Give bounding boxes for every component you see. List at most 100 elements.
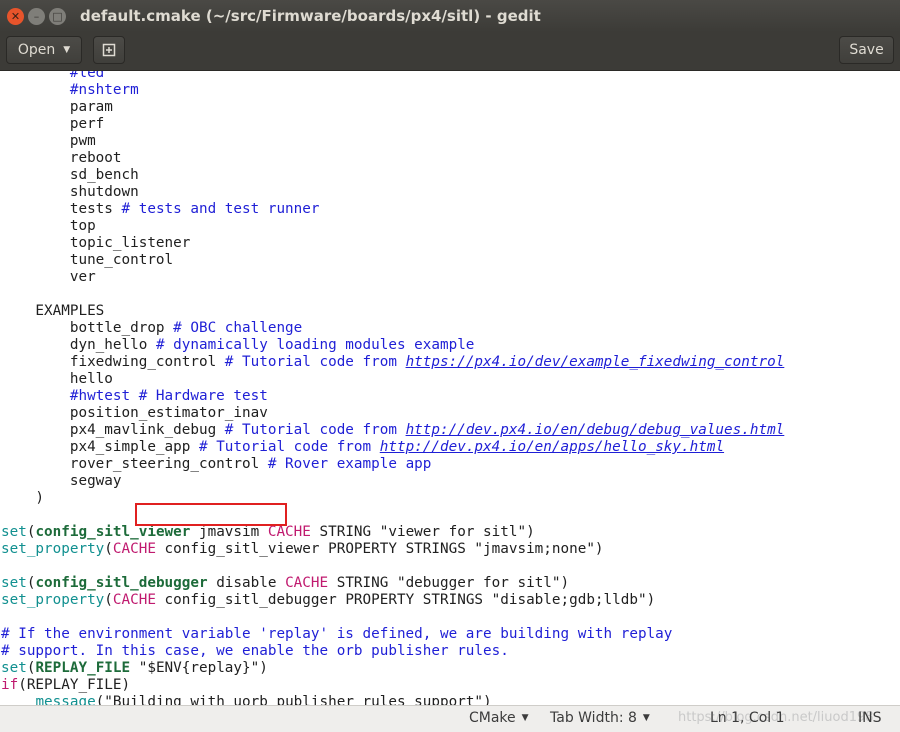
code-token: dyn_hello [1, 337, 156, 353]
code-line: set_property(CACHE config_sitl_debugger … [1, 592, 784, 609]
code-line: #led [1, 71, 784, 82]
cursor-position[interactable]: Ln 1, Col 1 [710, 710, 785, 726]
tab-width-label: Tab Width: 8 [550, 710, 637, 726]
code-line: EXAMPLES [1, 303, 784, 320]
save-button[interactable]: Save [839, 36, 894, 64]
code-token: position_estimator_inav [1, 405, 268, 421]
code-line: set(config_sitl_viewer jmavsim CACHE STR… [1, 524, 784, 541]
code-token[interactable]: http://dev.px4.io/en/apps/hello_sky.html [380, 439, 724, 455]
window-title: default.cmake (~/src/Firmware/boards/px4… [80, 7, 541, 25]
code-token: #led [1, 71, 105, 81]
code-token: sd_bench [1, 167, 139, 183]
code-token: param [1, 99, 113, 115]
code-view[interactable]: #led #nshterm param perf pwm reboot sd_b… [1, 71, 784, 705]
open-button[interactable]: Open ▼ [6, 36, 82, 64]
new-document-icon [102, 43, 116, 57]
code-token: # tests and test runner [121, 201, 320, 217]
code-token: bottle_drop [1, 320, 174, 336]
code-line: param [1, 99, 784, 116]
code-token: message [35, 694, 96, 705]
language-selector[interactable]: CMake ▼ [469, 710, 529, 726]
code-token: set_property [1, 541, 105, 557]
code-line: if(REPLAY_FILE) [1, 677, 784, 694]
code-token: "$ENV{replay}") [130, 660, 268, 676]
code-line: #hwtest # Hardware test [1, 388, 784, 405]
new-document-button[interactable] [93, 36, 125, 64]
tab-width-selector[interactable]: Tab Width: 8 ▼ [550, 710, 650, 726]
code-line: px4_mavlink_debug # Tutorial code from h… [1, 422, 784, 439]
code-token: reboot [1, 150, 122, 166]
code-token: config_sitl_debugger PROPERTY STRINGS "d… [155, 592, 656, 608]
code-line: reboot [1, 150, 784, 167]
minimize-icon[interactable]: – [28, 7, 45, 25]
code-token: config_sitl_debugger [35, 575, 208, 591]
code-line: set(REPLAY_FILE "$ENV{replay}") [1, 660, 784, 677]
code-line: bottle_drop # OBC challenge [1, 320, 784, 337]
code-token: STRING "debugger for sitl") [328, 575, 570, 591]
code-token: CACHE [112, 541, 156, 557]
code-token: perf [1, 116, 105, 132]
title-bar: ✕ – □ default.cmake (~/src/Firmware/boar… [0, 0, 900, 32]
code-token: REPLAY_FILE [35, 660, 131, 676]
code-line: topic_listener [1, 235, 784, 252]
code-token: tune_control [1, 252, 174, 268]
code-line: # support. In this case, we enable the o… [1, 643, 784, 660]
code-line: message("Building with uorb publisher ru… [1, 694, 784, 705]
code-token: set [1, 524, 27, 540]
code-token: # OBC challenge [173, 320, 303, 336]
code-token: set_property [1, 592, 105, 608]
code-token: if [1, 677, 19, 693]
language-label: CMake [469, 710, 516, 726]
chevron-down-icon: ▼ [63, 45, 71, 55]
code-token: STRING "viewer for sitl") [310, 524, 535, 540]
code-line: ver [1, 269, 784, 286]
open-button-label: Open [17, 42, 56, 58]
code-line: #nshterm [1, 82, 784, 99]
code-token: jmavsim [190, 524, 268, 540]
highlight-annotation-box [135, 503, 287, 526]
code-line: # If the environment variable 'replay' i… [1, 626, 784, 643]
code-token: # support. In this case, we enable the o… [1, 643, 509, 659]
code-token: # Tutorial code from [224, 422, 406, 438]
save-button-label: Save [849, 42, 884, 58]
close-icon[interactable]: ✕ [7, 7, 24, 25]
code-line: shutdown [1, 184, 784, 201]
code-token: ( [104, 541, 113, 557]
code-line: top [1, 218, 784, 235]
code-token: # Tutorial code from [224, 354, 406, 370]
code-line: set_property(CACHE config_sitl_viewer PR… [1, 541, 784, 558]
code-token: EXAMPLES [1, 303, 105, 319]
code-line: pwm [1, 133, 784, 150]
code-line: sd_bench [1, 167, 784, 184]
code-line: perf [1, 116, 784, 133]
code-token: ( [104, 592, 113, 608]
code-line: dyn_hello # dynamically loading modules … [1, 337, 784, 354]
code-token: # Rover example app [267, 456, 432, 472]
code-line: hello [1, 371, 784, 388]
code-token: # dynamically loading modules example [155, 337, 475, 353]
cursor-position-label: Ln 1, Col 1 [710, 710, 785, 726]
code-token: px4_mavlink_debug [1, 422, 225, 438]
code-token: disable [207, 575, 286, 591]
code-token: # Tutorial code from [198, 439, 380, 455]
insert-mode: INS [858, 710, 882, 726]
code-token: fixedwing_control [1, 354, 225, 370]
code-token: hello [1, 371, 113, 387]
code-token[interactable]: https://px4.io/dev/example_fixedwing_con… [406, 354, 785, 370]
code-token: segway [1, 473, 122, 489]
text-editor[interactable]: #led #nshterm param perf pwm reboot sd_b… [0, 71, 900, 705]
code-line: tests # tests and test runner [1, 201, 784, 218]
code-line: position_estimator_inav [1, 405, 784, 422]
code-token: topic_listener [1, 235, 191, 251]
maximize-icon[interactable]: □ [49, 7, 66, 25]
code-token: set [1, 660, 27, 676]
code-token[interactable]: http://dev.px4.io/en/debug/debug_values.… [406, 422, 785, 438]
code-token: ver [1, 269, 96, 285]
code-token: ) [1, 490, 45, 506]
code-token: # If the environment variable 'replay' i… [1, 626, 673, 642]
code-token: (REPLAY_FILE) [18, 677, 131, 693]
code-line: ) [1, 490, 784, 507]
